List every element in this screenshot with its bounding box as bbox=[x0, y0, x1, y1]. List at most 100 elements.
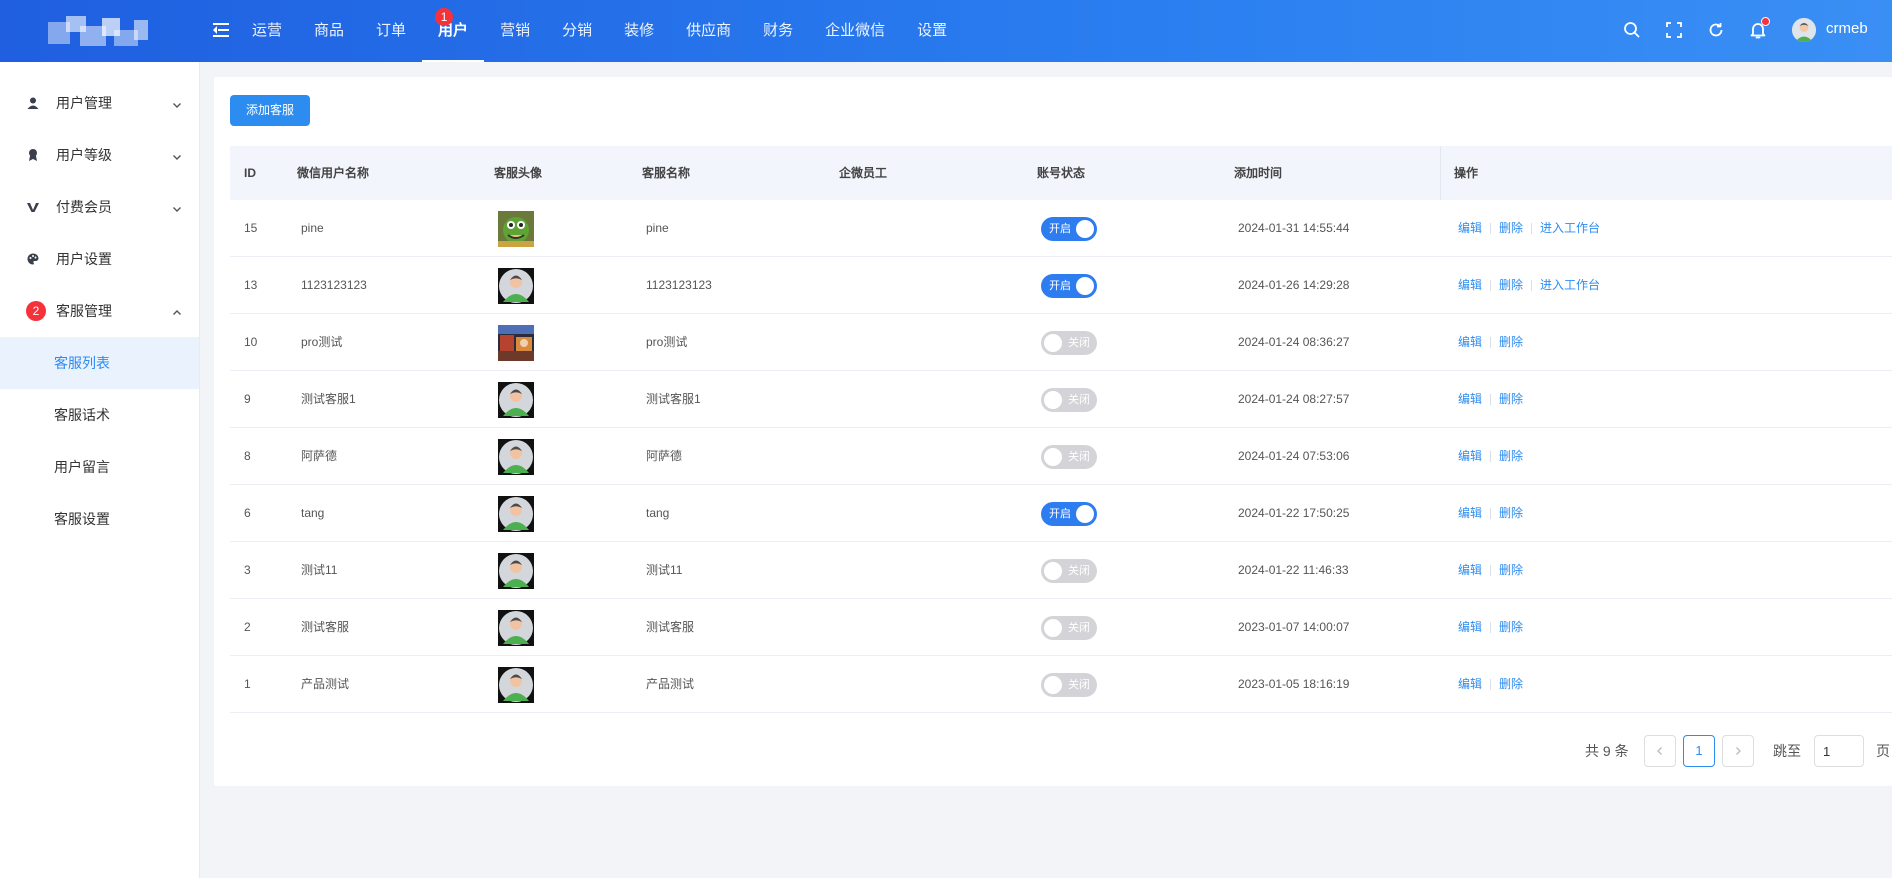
sidebar-item-paid-member[interactable]: 付费会员 bbox=[0, 181, 200, 233]
switch-knob bbox=[1044, 334, 1062, 352]
sidebar-item-label: 用户管理 bbox=[56, 95, 112, 111]
nav-item[interactable]: 营销 bbox=[484, 0, 546, 62]
column-header: 账号状态 bbox=[1037, 166, 1086, 180]
delete-link[interactable]: 删除 bbox=[1499, 314, 1523, 370]
sidebar-item-user-level[interactable]: 用户等级 bbox=[0, 129, 200, 181]
chevron-up-icon bbox=[172, 306, 182, 316]
row-actions: 编辑 删除 进入工作台 bbox=[1458, 257, 1600, 313]
delete-link[interactable]: 删除 bbox=[1499, 542, 1523, 598]
status-switch[interactable]: 开启 bbox=[1041, 217, 1097, 241]
add-service-button[interactable]: 添加客服 bbox=[230, 95, 310, 126]
status-switch[interactable]: 开启 bbox=[1041, 274, 1097, 298]
sidebar-item-label: 用户等级 bbox=[56, 147, 112, 163]
status-switch[interactable]: 关闭 bbox=[1041, 559, 1097, 583]
notification-dot bbox=[1761, 17, 1770, 26]
nav-item[interactable]: 装修 bbox=[608, 0, 670, 62]
sidebar-item-user-management[interactable]: 用户管理 bbox=[0, 77, 200, 129]
edit-link[interactable]: 编辑 bbox=[1458, 485, 1482, 541]
status-switch[interactable]: 关闭 bbox=[1041, 331, 1097, 355]
row-id: 8 bbox=[244, 449, 251, 463]
sidebar-sub-service-settings[interactable]: 客服设置 bbox=[0, 493, 199, 545]
sidebar-item-user-settings[interactable]: 用户设置 bbox=[0, 233, 200, 285]
status-switch[interactable]: 关闭 bbox=[1041, 445, 1097, 469]
edit-link[interactable]: 编辑 bbox=[1458, 200, 1482, 256]
nav-item[interactable]: 订单 bbox=[360, 0, 422, 62]
delete-link[interactable]: 删除 bbox=[1499, 485, 1523, 541]
nav-item[interactable]: 商品 bbox=[298, 0, 360, 62]
status-switch[interactable]: 关闭 bbox=[1041, 388, 1097, 412]
delete-link[interactable]: 删除 bbox=[1499, 428, 1523, 484]
delete-link[interactable]: 删除 bbox=[1499, 656, 1523, 712]
edit-link[interactable]: 编辑 bbox=[1458, 599, 1482, 655]
pagination-total: 共 9 条 bbox=[1585, 743, 1629, 759]
delete-link[interactable]: 删除 bbox=[1499, 371, 1523, 427]
user-avatar[interactable] bbox=[1792, 18, 1816, 42]
notification-bell-icon[interactable] bbox=[1748, 17, 1770, 40]
switch-label: 开启 bbox=[1049, 280, 1071, 292]
sidebar-badge: 2 bbox=[26, 301, 46, 321]
service-avatar bbox=[498, 211, 534, 247]
pagination: 共 9 条 1 跳至 页 bbox=[0, 735, 1892, 767]
enter-workbench-link[interactable]: 进入工作台 bbox=[1540, 200, 1600, 256]
switch-knob bbox=[1076, 277, 1094, 295]
wechat-user-name: 阿萨德 bbox=[301, 449, 338, 463]
nav-item[interactable]: 运营 bbox=[236, 0, 298, 62]
sidebar-sub-service-list[interactable]: 客服列表 bbox=[0, 337, 199, 389]
page-number-button[interactable]: 1 bbox=[1683, 735, 1715, 767]
nav-item[interactable]: 财务 bbox=[747, 0, 809, 62]
delete-link[interactable]: 删除 bbox=[1499, 599, 1523, 655]
service-avatar bbox=[498, 610, 534, 646]
column-header: 操作 bbox=[1454, 166, 1479, 180]
chevron-down-icon bbox=[172, 98, 182, 108]
nav-item[interactable]: 企业微信 bbox=[809, 0, 901, 62]
menu-collapse-icon[interactable] bbox=[213, 22, 229, 38]
service-avatar bbox=[498, 439, 534, 475]
action-divider bbox=[1531, 222, 1533, 234]
nav-item-label: 财务 bbox=[763, 22, 794, 39]
status-switch[interactable]: 关闭 bbox=[1041, 673, 1097, 697]
prev-page-button[interactable] bbox=[1644, 735, 1676, 767]
fullscreen-icon[interactable] bbox=[1664, 20, 1684, 40]
edit-link[interactable]: 编辑 bbox=[1458, 257, 1482, 313]
table-header: ID 微信用户名称 客服头像 客服名称 企微员工 账号状态 添加时间 操作 bbox=[230, 146, 1892, 200]
row-id: 15 bbox=[244, 221, 258, 235]
username[interactable]: crmeb bbox=[1826, 20, 1868, 37]
wechat-user-name: 测试客服 bbox=[301, 620, 350, 634]
status-switch[interactable]: 关闭 bbox=[1041, 616, 1097, 640]
search-icon[interactable] bbox=[1622, 20, 1642, 40]
service-avatar bbox=[498, 496, 534, 532]
sidebar-item-service-management[interactable]: 2 客服管理 bbox=[0, 285, 200, 337]
row-actions: 编辑 删除 进入工作台 bbox=[1458, 200, 1600, 256]
next-page-button[interactable] bbox=[1722, 735, 1754, 767]
vip-icon bbox=[26, 200, 40, 214]
nav-item[interactable]: 供应商 bbox=[670, 0, 747, 62]
added-time: 2023-01-07 14:00:07 bbox=[1238, 620, 1350, 634]
row-id: 2 bbox=[244, 620, 251, 634]
nav-item[interactable]: 设置 bbox=[901, 0, 963, 62]
user-icon bbox=[26, 96, 40, 110]
jump-page-input[interactable] bbox=[1814, 735, 1864, 767]
sidebar-sub-user-messages[interactable]: 用户留言 bbox=[0, 441, 199, 493]
nav-item-label: 分销 bbox=[562, 22, 593, 39]
refresh-icon[interactable] bbox=[1706, 20, 1726, 40]
column-header: 添加时间 bbox=[1234, 166, 1283, 180]
added-time: 2024-01-22 17:50:25 bbox=[1238, 506, 1350, 520]
edit-link[interactable]: 编辑 bbox=[1458, 542, 1482, 598]
edit-link[interactable]: 编辑 bbox=[1458, 656, 1482, 712]
edit-link[interactable]: 编辑 bbox=[1458, 314, 1482, 370]
status-switch[interactable]: 开启 bbox=[1041, 502, 1097, 526]
wechat-user-name: pine bbox=[301, 221, 324, 235]
switch-knob bbox=[1044, 448, 1062, 466]
switch-knob bbox=[1076, 505, 1094, 523]
table-row: 13 1123123123 1123123123 开启 2024-01-26 14:29… bbox=[230, 257, 1892, 314]
delete-link[interactable]: 删除 bbox=[1499, 200, 1523, 256]
sidebar-sub-service-scripts[interactable]: 客服话术 bbox=[0, 389, 199, 441]
nav-item[interactable]: 分销 bbox=[546, 0, 608, 62]
logo[interactable] bbox=[44, 12, 150, 52]
edit-link[interactable]: 编辑 bbox=[1458, 428, 1482, 484]
enter-workbench-link[interactable]: 进入工作台 bbox=[1540, 257, 1600, 313]
delete-link[interactable]: 删除 bbox=[1499, 257, 1523, 313]
nav-item[interactable]: 用户 1 bbox=[422, 0, 485, 62]
edit-link[interactable]: 编辑 bbox=[1458, 371, 1482, 427]
service-name: 阿萨德 bbox=[646, 449, 683, 463]
